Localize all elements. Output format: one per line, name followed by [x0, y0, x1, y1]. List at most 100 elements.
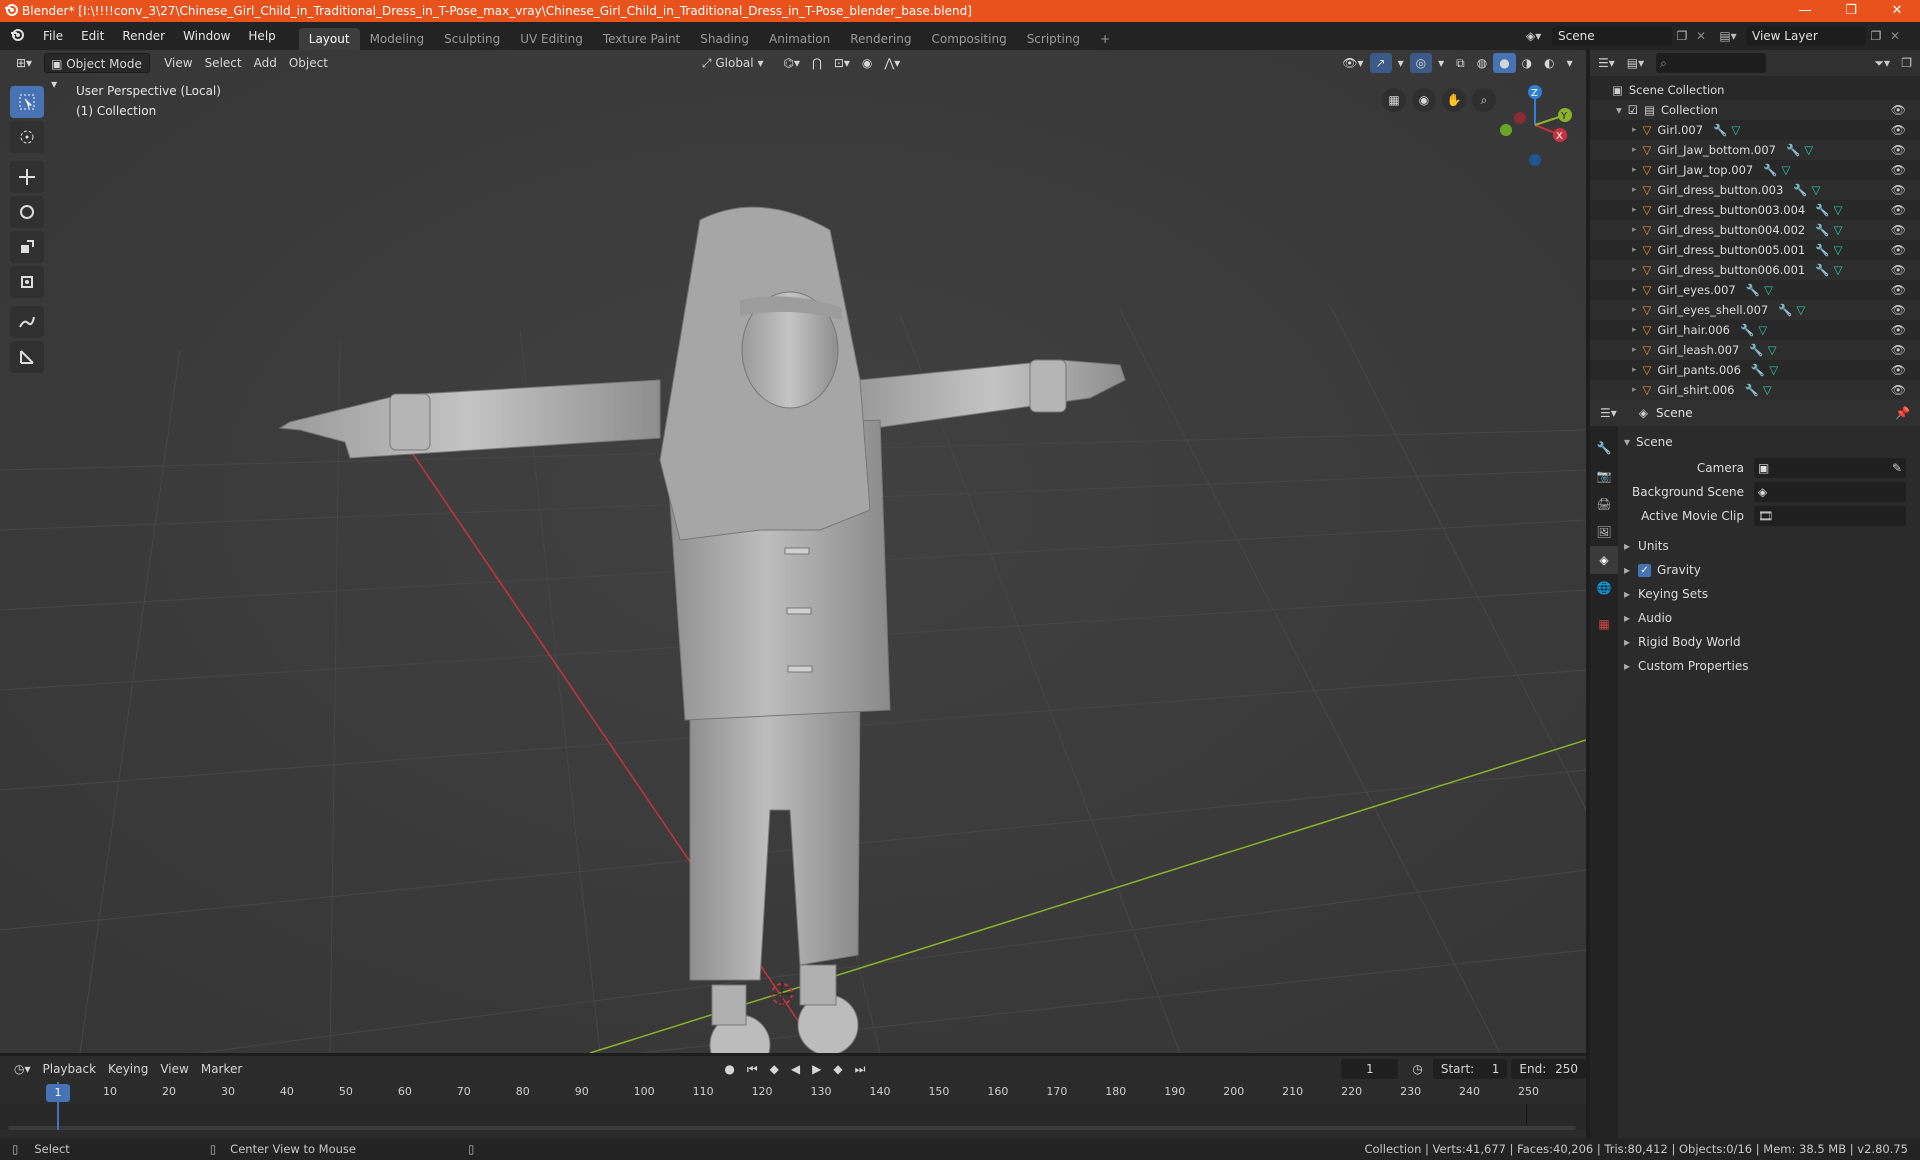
prev-keyframe-icon[interactable]: ◆ — [764, 1059, 785, 1079]
jump-start-icon[interactable]: ⏮ — [741, 1059, 764, 1079]
mesh-data-icon[interactable]: ▽ — [1769, 363, 1778, 377]
falloff-icon[interactable]: ⋀▾ — [878, 53, 906, 73]
outliner-object-row[interactable]: ▸ ▽ Girl_pants.006 🔧 ▽ 👁 — [1590, 360, 1920, 380]
object-expand-icon[interactable]: ▸ — [1632, 245, 1637, 255]
menu-file[interactable]: File — [34, 22, 72, 50]
menu-add[interactable]: Add — [248, 53, 283, 73]
annotate-tool-icon[interactable] — [10, 306, 44, 338]
outliner-object-row[interactable]: ▸ ▽ Girl_dress_button.003 🔧 ▽ 👁 — [1590, 180, 1920, 200]
tab-shading[interactable]: Shading — [690, 28, 759, 50]
shading-menu-icon[interactable]: ▾ — [1561, 53, 1579, 73]
tab-animation[interactable]: Animation — [759, 28, 840, 50]
object-eye-icon[interactable]: 👁 — [1891, 223, 1906, 237]
view-layer-tab-icon[interactable]: 🖼 — [1590, 518, 1618, 546]
menu-select[interactable]: Select — [199, 53, 248, 73]
modifier-wrench-icon[interactable]: 🔧 — [1740, 323, 1754, 337]
view-layer-icon[interactable]: ▤▾ — [1710, 29, 1746, 43]
start-frame-field[interactable]: Start: 1 — [1432, 1059, 1508, 1079]
object-eye-icon[interactable]: 👁 — [1891, 363, 1906, 377]
collection-expand-icon[interactable]: ▾ — [1616, 103, 1622, 117]
collection-checkbox-icon[interactable]: ☑ — [1628, 103, 1638, 117]
object-eye-icon[interactable]: 👁 — [1891, 303, 1906, 317]
end-frame-field[interactable]: End: 250 — [1511, 1059, 1586, 1079]
mesh-data-icon[interactable]: ▽ — [1834, 263, 1843, 277]
menu-help[interactable]: Help — [239, 22, 284, 50]
transform-tool-icon[interactable] — [10, 266, 44, 298]
world-tab-icon[interactable]: 🌐 — [1590, 574, 1618, 602]
object-expand-icon[interactable]: ▸ — [1632, 145, 1637, 155]
output-tab-icon[interactable]: 🖨 — [1590, 490, 1618, 518]
timeline-scrollbar[interactable] — [8, 1126, 1576, 1130]
snap-icon[interactable]: ⋂ — [806, 53, 828, 73]
rotate-tool-icon[interactable] — [10, 196, 44, 228]
mesh-data-icon[interactable]: ▽ — [1731, 123, 1740, 137]
audio-panel-header[interactable]: ▸ Audio — [1624, 606, 1914, 630]
custom-properties-panel-header[interactable]: ▸ Custom Properties — [1624, 654, 1914, 678]
render-tab-icon[interactable]: 📷 — [1590, 462, 1618, 490]
select-box-tool-icon[interactable] — [10, 86, 44, 118]
xray-icon[interactable]: ⧉ — [1450, 53, 1471, 73]
mesh-data-icon[interactable]: ▽ — [1834, 243, 1843, 257]
modifier-wrench-icon[interactable]: 🔧 — [1751, 363, 1765, 377]
background-scene-field[interactable]: ◈ — [1754, 482, 1906, 502]
object-expand-icon[interactable]: ▸ — [1632, 205, 1637, 215]
object-eye-icon[interactable]: 👁 — [1891, 143, 1906, 157]
playhead-handle[interactable]: 1 — [46, 1084, 70, 1102]
object-expand-icon[interactable]: ▸ — [1632, 365, 1637, 375]
menu-object[interactable]: Object — [283, 53, 334, 73]
blender-menu-icon[interactable] — [0, 27, 34, 46]
timeline-track-area[interactable] — [0, 1104, 1586, 1130]
camera-view-icon[interactable]: ◉ — [1412, 88, 1436, 112]
object-eye-icon[interactable]: 👁 — [1891, 283, 1906, 297]
outliner-search-field[interactable]: ⌕ — [1656, 53, 1767, 73]
modifier-wrench-icon[interactable]: 🔧 — [1746, 283, 1760, 297]
tab-layout[interactable]: Layout — [298, 28, 360, 50]
modifier-wrench-icon[interactable]: 🔧 — [1815, 203, 1829, 217]
tab-texture-paint[interactable]: Texture Paint — [593, 28, 690, 50]
timeline-ruler[interactable]: 1102030405060708090100110120130140150160… — [0, 1082, 1586, 1104]
editor-type-icon[interactable]: ⊞▾ — [10, 53, 38, 73]
shading-solid-icon[interactable]: ● — [1493, 53, 1516, 73]
mesh-data-icon[interactable]: ▽ — [1834, 223, 1843, 237]
gizmo-menu-icon[interactable]: ▾ — [1392, 53, 1410, 73]
tab-modeling[interactable]: Modeling — [360, 28, 435, 50]
modifier-wrench-icon[interactable]: 🔧 — [1745, 383, 1759, 397]
mesh-data-icon[interactable]: ▽ — [1768, 343, 1777, 357]
object-eye-icon[interactable]: 👁 — [1891, 163, 1906, 177]
gravity-checkbox[interactable]: ✓ — [1638, 563, 1652, 577]
mesh-data-icon[interactable]: ▽ — [1763, 383, 1772, 397]
navigation-gizmo[interactable]: Z X Y — [1490, 80, 1580, 170]
record-icon[interactable]: ● — [718, 1059, 740, 1079]
outliner-object-row[interactable]: ▸ ▽ Girl_dress_button004.002 🔧 ▽ 👁 — [1590, 220, 1920, 240]
tab-uv-editing[interactable]: UV Editing — [510, 28, 593, 50]
preview-range-icon[interactable]: ◷ — [1406, 1059, 1428, 1079]
object-expand-icon[interactable]: ▸ — [1632, 225, 1637, 235]
move-tool-icon[interactable] — [10, 161, 44, 193]
proportional-edit-icon[interactable]: ◉ — [856, 53, 878, 73]
grid-view-icon[interactable]: ▦ — [1382, 88, 1406, 112]
new-collection-icon[interactable]: ❐ — [1901, 56, 1912, 70]
scale-tool-icon[interactable] — [10, 231, 44, 263]
gizmo-toggle-icon[interactable]: ↗ — [1369, 53, 1392, 73]
object-expand-icon[interactable]: ▸ — [1632, 125, 1637, 135]
object-eye-icon[interactable]: 👁 — [1891, 383, 1906, 397]
outliner-object-row[interactable]: ▸ ▽ Girl.007 🔧 ▽ 👁 — [1590, 120, 1920, 140]
scene-panel-header[interactable]: ▾ Scene — [1624, 430, 1914, 454]
tool-tab-icon[interactable]: 🔧 — [1590, 434, 1618, 462]
camera-field[interactable]: ▣ ✎ — [1754, 458, 1906, 478]
object-eye-icon[interactable]: 👁 — [1891, 343, 1906, 357]
menu-window[interactable]: Window — [174, 22, 239, 50]
object-eye-icon[interactable]: 👁 — [1891, 123, 1906, 137]
modifier-wrench-icon[interactable]: 🔧 — [1815, 243, 1829, 257]
3d-viewport[interactable]: User Perspective (Local) (1) Collection … — [0, 50, 1586, 1053]
cursor-tool-icon[interactable] — [10, 121, 44, 153]
shading-wireframe-icon[interactable]: ◍ — [1471, 53, 1493, 73]
pan-hand-icon[interactable]: ✋ — [1442, 88, 1466, 112]
view-layer-field[interactable]: View Layer — [1746, 26, 1866, 46]
outliner-object-row[interactable]: ▸ ▽ Girl_hair.006 🔧 ▽ 👁 — [1590, 320, 1920, 340]
add-workspace-button[interactable]: + — [1090, 28, 1120, 50]
modifier-wrench-icon[interactable]: 🔧 — [1763, 163, 1777, 177]
object-expand-icon[interactable]: ▸ — [1632, 325, 1637, 335]
close-button[interactable]: ✕ — [1874, 0, 1920, 22]
modifier-wrench-icon[interactable]: 🔧 — [1815, 263, 1829, 277]
